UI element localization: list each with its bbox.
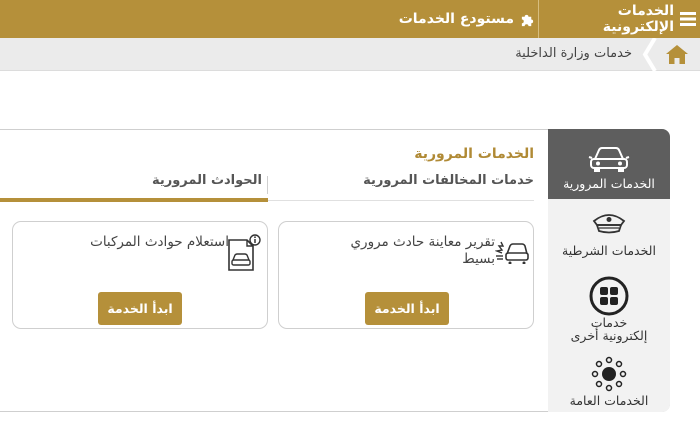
service-card-vehicle-accidents-inquiry: استعلام حوادث المركبات ابدأ الخدمة [12,221,268,329]
apps-grid-icon [589,276,629,316]
topbar-separator [538,0,539,38]
breadcrumb-current[interactable]: خدمات وزارة الداخلية [515,46,632,61]
tab-traffic-violations[interactable]: خدمات المخالفات المرورية [266,173,534,201]
service-card-simple-accident-report: تقرير معاينة حادث مروري بسيط ابدأ الخدمة [278,221,534,329]
police-cap-icon [592,214,626,234]
eservices-menu-label: الخدمات الإلكترونية [602,3,674,35]
sidebar-item-label: الخدمات العامة [569,393,649,408]
car-crash-icon [495,241,529,264]
sidebar-item-label: الخدمات المرورية [563,176,655,191]
service-category-sidebar: الخدمات المرورية الخدمات الشرطية خدمات إ… [548,129,670,412]
sidebar-item-other-eservices[interactable]: خدمات إلكترونية أخرى [548,276,670,356]
breadcrumb: خدمات وزارة الداخلية [0,38,700,71]
sidebar-item-public-services[interactable]: الخدمات العامة [548,356,670,412]
service-title: استعلام حوادث المركبات [90,234,229,250]
service-title: تقرير معاينة حادث مروري بسيط [350,234,495,267]
start-service-button[interactable]: ابدأ الخدمة [98,292,182,325]
sidebar-item-label: الخدمات الشرطية [562,243,656,258]
hamburger-menu-icon [680,12,696,26]
car-document-info-icon [228,234,261,271]
start-service-button[interactable]: ابدأ الخدمة [365,292,449,325]
section-title: الخدمات المرورية [414,146,534,162]
tab-traffic-accidents[interactable]: الحوادث المرورية [4,173,268,201]
active-tab-indicator [0,198,268,202]
car-icon [588,147,630,172]
sidebar-item-label: خدمات إلكترونية أخرى [570,315,648,343]
eservices-menu-button[interactable]: الخدمات الإلكترونية [550,0,696,38]
home-icon[interactable] [666,45,688,64]
services-repository-label: مستودع الخدمات [398,11,514,27]
sidebar-item-traffic-services[interactable]: الخدمات المرورية [548,129,670,199]
top-navigation-bar: الخدمات الإلكترونية مستودع الخدمات [0,0,700,38]
services-repository-button[interactable]: مستودع الخدمات [395,0,535,38]
sidebar-item-police-services[interactable]: الخدمات الشرطية [548,211,670,271]
network-icon [591,356,627,392]
breadcrumb-chevron-icon [642,38,657,71]
puzzle-icon [521,14,534,26]
